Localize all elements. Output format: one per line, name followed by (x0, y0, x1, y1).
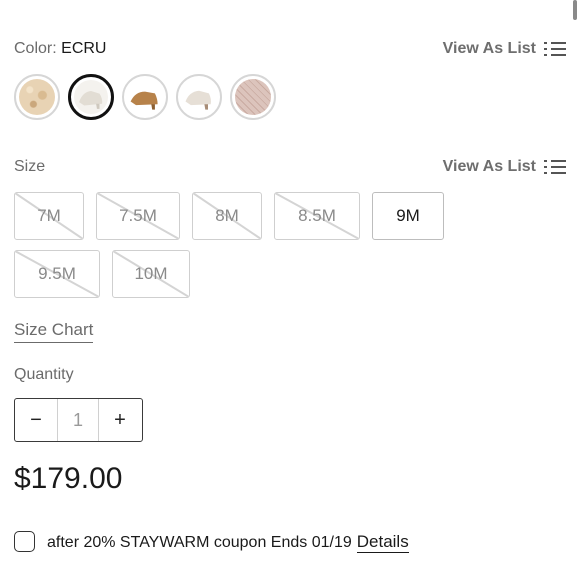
color-value: ECRU (61, 40, 107, 57)
size-option-label: 9.5M (38, 264, 76, 283)
size-option-label: 8.5M (298, 206, 336, 225)
view-as-list-label: View As List (442, 158, 536, 175)
color-view-as-list-button[interactable]: View As List (443, 40, 566, 58)
coupon-row: after 20% STAYWARM coupon Ends 01/19 Deta… (14, 531, 409, 553)
size-option-10m[interactable]: 10M (112, 250, 190, 298)
size-option-7m[interactable]: 7M (14, 192, 84, 240)
size-option-label: 7.5M (119, 206, 157, 225)
size-option-7-5m[interactable]: 7.5M (96, 192, 180, 240)
size-label: Size (14, 158, 46, 175)
color-label: Color: (14, 40, 57, 57)
size-option-label: 7M (37, 206, 61, 225)
size-option-8m[interactable]: 8M (192, 192, 262, 240)
size-options: 7M 7.5M 8M 8.5M 9M 9.5M 10M (14, 192, 454, 298)
list-icon (544, 40, 566, 58)
swatch-beige-snake[interactable] (14, 74, 60, 120)
coupon-checkbox[interactable] (14, 531, 35, 552)
size-chart-link[interactable]: Size Chart (14, 320, 94, 343)
coupon-details-link[interactable]: Details (356, 531, 409, 553)
size-option-label: 9M (396, 206, 420, 225)
quantity-input[interactable]: 1 (57, 399, 99, 441)
size-option-9-5m[interactable]: 9.5M (14, 250, 100, 298)
product-price: $179.00 (14, 462, 123, 495)
scrollbar[interactable] (573, 0, 577, 20)
coupon-text: after 20% STAYWARM coupon Ends 01/19 (47, 533, 352, 551)
color-header: Color: ECRU View As List (14, 37, 566, 61)
size-option-8-5m[interactable]: 8.5M (274, 192, 360, 240)
quantity-increment-button[interactable]: + (99, 399, 141, 441)
size-option-label: 10M (134, 264, 168, 283)
view-as-list-label: View As List (442, 40, 536, 57)
quantity-stepper: − 1 + (14, 398, 143, 442)
swatch-cognac[interactable] (122, 74, 168, 120)
quantity-label: Quantity (14, 366, 74, 383)
size-header: Size View As List (14, 155, 566, 179)
list-icon (544, 158, 566, 176)
size-option-9m[interactable]: 9M (372, 192, 444, 240)
color-label-group: Color: ECRU (14, 40, 106, 58)
size-view-as-list-button[interactable]: View As List (443, 158, 566, 176)
color-swatches (14, 74, 276, 120)
size-option-label: 8M (215, 206, 239, 225)
swatch-bone[interactable] (176, 74, 222, 120)
swatch-blush-woven[interactable] (230, 74, 276, 120)
quantity-decrement-button[interactable]: − (15, 399, 57, 441)
swatch-ecru[interactable] (68, 74, 114, 120)
